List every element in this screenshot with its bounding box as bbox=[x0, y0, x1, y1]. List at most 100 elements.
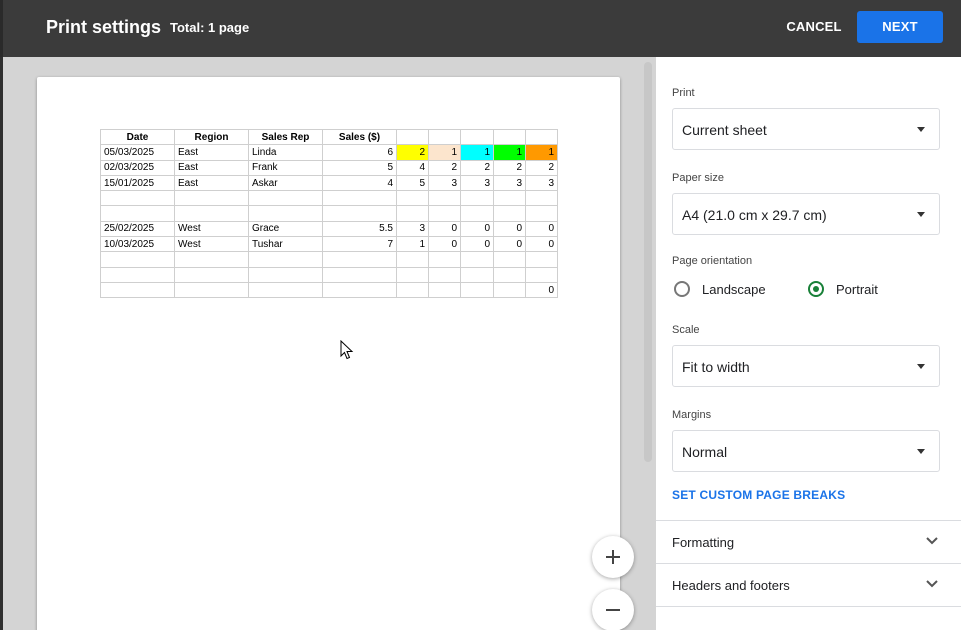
settings-panel: Print Current sheet Paper size A4 (21.0 … bbox=[656, 57, 961, 630]
sheet-cell bbox=[100, 266, 175, 283]
sheet-cell: 5 bbox=[322, 159, 397, 176]
sheet-cell bbox=[428, 266, 461, 283]
preview-page: Date Region Sales Rep Sales ($) 05/03/2025 Ea… bbox=[37, 77, 620, 630]
sheet-cell: 6 bbox=[322, 144, 397, 161]
sheet-row bbox=[100, 205, 558, 222]
scale-value: Fit to width bbox=[682, 359, 750, 375]
sheet-row: 02/03/2025 East Frank 5 4 2 2 2 2 bbox=[100, 159, 558, 176]
paper-size-select[interactable]: A4 (21.0 cm x 29.7 cm) bbox=[672, 193, 940, 235]
sheet-cell: Askar bbox=[248, 174, 323, 192]
sheet-cell bbox=[322, 281, 397, 299]
sheet-cell bbox=[174, 251, 249, 268]
print-preview-area: Date Region Sales Rep Sales ($) 05/03/2025 Ea… bbox=[0, 57, 656, 630]
print-select[interactable]: Current sheet bbox=[672, 108, 940, 150]
plus-icon bbox=[606, 550, 620, 564]
sheet-cell: 0 bbox=[460, 220, 494, 238]
sheet-cell bbox=[174, 205, 249, 222]
sheet-cell: 3 bbox=[493, 174, 526, 192]
page-total: Total: 1 page bbox=[170, 20, 250, 35]
minus-icon bbox=[606, 609, 620, 611]
sheet-cell: East bbox=[174, 159, 249, 176]
margins-label: Margins bbox=[672, 409, 712, 421]
sheet-cell: 3 bbox=[460, 174, 494, 192]
header-bar: Print settings Total: 1 page CANCEL NEXT bbox=[0, 0, 961, 57]
sheet-cell: 10/03/2025 bbox=[100, 236, 175, 253]
sheet-cell: 3 bbox=[396, 220, 429, 238]
sheet-cell bbox=[493, 190, 526, 207]
sheet-row: 15/01/2025 East Askar 4 5 3 3 3 3 bbox=[100, 174, 558, 192]
margins-value: Normal bbox=[682, 444, 728, 460]
sheet-cell bbox=[100, 251, 175, 268]
sheet-cell bbox=[396, 281, 429, 299]
sheet-cell: 1 bbox=[525, 144, 558, 161]
sheet-cell bbox=[460, 251, 494, 268]
zoom-in-button[interactable] bbox=[592, 536, 634, 578]
sheet-cell: Tushar bbox=[248, 236, 323, 253]
chevron-down-icon bbox=[926, 537, 938, 545]
sheet-cell: 3 bbox=[428, 174, 461, 192]
paper-size-value: A4 (21.0 cm x 29.7 cm) bbox=[682, 207, 827, 223]
headers-footers-section[interactable]: Headers and footers bbox=[656, 563, 961, 606]
sheet-cell bbox=[428, 251, 461, 268]
sheet-cell: 25/02/2025 bbox=[100, 220, 175, 238]
sheet-cell bbox=[493, 281, 526, 299]
sheet-cell: 4 bbox=[322, 174, 397, 192]
sheet-cell bbox=[396, 205, 429, 222]
sheet-cell: East bbox=[174, 144, 249, 161]
caret-down-icon bbox=[917, 127, 925, 132]
sheet-row: 0 bbox=[100, 281, 558, 299]
next-button[interactable]: NEXT bbox=[857, 11, 943, 43]
sheet-cell bbox=[248, 251, 323, 268]
landscape-radio-label: Landscape bbox=[702, 282, 766, 297]
sheet-header-cell bbox=[396, 128, 429, 146]
sheet-cell bbox=[322, 205, 397, 222]
sheet-row bbox=[100, 251, 558, 268]
zoom-out-button[interactable] bbox=[592, 589, 634, 630]
sheet-cell: 3 bbox=[525, 174, 558, 192]
portrait-radio-label: Portrait bbox=[836, 282, 878, 297]
sheet-cell: 2 bbox=[428, 159, 461, 176]
sheet-cell: 0 bbox=[525, 220, 558, 238]
sheet-cell bbox=[493, 205, 526, 222]
caret-down-icon bbox=[917, 449, 925, 454]
preview-edge bbox=[0, 57, 3, 630]
mouse-pointer-icon bbox=[340, 340, 354, 360]
orientation-radio-group: Landscape Portrait bbox=[672, 279, 940, 301]
sheet-row bbox=[100, 190, 558, 207]
sheet-cell bbox=[428, 205, 461, 222]
sheet-cell: 1 bbox=[428, 144, 461, 161]
sheet-cell: West bbox=[174, 220, 249, 238]
sheet-cell bbox=[525, 190, 558, 207]
portrait-radio[interactable]: Portrait bbox=[806, 279, 906, 301]
sheet-header-cell: Region bbox=[174, 128, 249, 146]
section-divider bbox=[656, 606, 961, 607]
scale-select[interactable]: Fit to width bbox=[672, 345, 940, 387]
cancel-button[interactable]: CANCEL bbox=[775, 12, 853, 42]
custom-page-breaks-link[interactable]: SET CUSTOM PAGE BREAKS bbox=[672, 488, 845, 502]
sheet-cell: Linda bbox=[248, 144, 323, 161]
sheet-cell: 15/01/2025 bbox=[100, 174, 175, 192]
sheet-cell bbox=[248, 266, 323, 283]
sheet-cell bbox=[174, 190, 249, 207]
page-title: Print settings bbox=[46, 17, 162, 37]
sheet-cell: Frank bbox=[248, 159, 323, 176]
sheet-cell: West bbox=[174, 236, 249, 253]
landscape-radio[interactable]: Landscape bbox=[672, 279, 782, 301]
sheet-row: 05/03/2025 East Linda 6 2 1 1 1 1 bbox=[100, 144, 558, 161]
sheet-cell: 1 bbox=[396, 236, 429, 253]
sheet-cell: 2 bbox=[525, 159, 558, 176]
margins-select[interactable]: Normal bbox=[672, 430, 940, 472]
sheet-header-cell: Date bbox=[100, 128, 175, 146]
sheet-cell bbox=[322, 251, 397, 268]
chevron-down-icon bbox=[926, 580, 938, 588]
paper-size-label: Paper size bbox=[672, 172, 724, 184]
sheet-cell: East bbox=[174, 174, 249, 192]
preview-scrollbar[interactable] bbox=[644, 62, 652, 462]
sheet-row bbox=[100, 266, 558, 283]
sheet-header-cell: Sales ($) bbox=[322, 128, 397, 146]
formatting-section[interactable]: Formatting bbox=[656, 520, 961, 563]
caret-down-icon bbox=[917, 212, 925, 217]
sheet-cell bbox=[460, 205, 494, 222]
landscape-radio-circle bbox=[674, 281, 690, 297]
sheet-cell bbox=[100, 190, 175, 207]
